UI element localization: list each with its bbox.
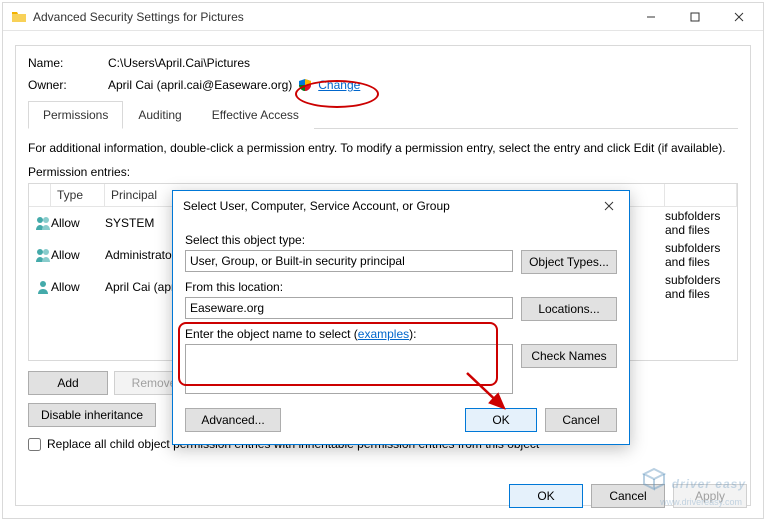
object-name-label: Enter the object name to select (example… [185,327,617,341]
info-text: For additional information, double-click… [28,141,738,155]
main-ok-button[interactable]: OK [509,484,583,508]
folder-icon [11,9,27,25]
tab-auditing[interactable]: Auditing [123,101,196,129]
owner-value: April Cai (april.cai@Easeware.org) [108,78,292,92]
user-icon [35,215,51,231]
col-type[interactable]: Type [51,184,105,206]
select-user-dialog: Select User, Computer, Service Account, … [172,190,630,445]
dialog-title: Select User, Computer, Service Account, … [183,199,589,213]
object-name-input[interactable] [185,344,513,394]
col-applies[interactable] [665,184,737,206]
tab-effective-access[interactable]: Effective Access [197,101,314,129]
check-names-button[interactable]: Check Names [521,344,617,368]
permission-entries-label: Permission entries: [28,165,738,179]
user-icon [35,279,51,295]
name-value: C:\Users\April.Cai\Pictures [108,56,738,70]
close-button[interactable] [717,3,761,30]
window-title: Advanced Security Settings for Pictures [33,10,629,24]
dialog-close-button[interactable] [589,191,629,221]
name-label: Name: [28,56,108,70]
disable-inheritance-button[interactable]: Disable inheritance [28,403,156,427]
add-button[interactable]: Add [28,371,108,395]
user-icon [35,247,51,263]
location-label: From this location: [185,280,617,294]
object-type-field[interactable] [185,250,513,272]
dialog-cancel-button[interactable]: Cancel [545,408,617,432]
titlebar: Advanced Security Settings for Pictures [3,3,763,31]
object-type-label: Select this object type: [185,233,617,247]
minimize-button[interactable] [629,3,673,30]
dialog-titlebar: Select User, Computer, Service Account, … [173,191,629,221]
tab-permissions[interactable]: Permissions [28,101,123,129]
object-types-button[interactable]: Object Types... [521,250,617,274]
change-owner-link[interactable]: Change [318,78,360,92]
replace-child-checkbox[interactable] [28,438,41,451]
advanced-button[interactable]: Advanced... [185,408,281,432]
examples-link[interactable]: examples [358,327,409,341]
owner-label: Owner: [28,78,108,92]
locations-button[interactable]: Locations... [521,297,617,321]
main-cancel-button[interactable]: Cancel [591,484,665,508]
tab-strip: Permissions Auditing Effective Access [28,100,738,129]
main-apply-button[interactable]: Apply [673,484,747,508]
dialog-ok-button[interactable]: OK [465,408,537,432]
shield-icon [298,78,312,92]
location-field[interactable] [185,297,513,319]
maximize-button[interactable] [673,3,717,30]
